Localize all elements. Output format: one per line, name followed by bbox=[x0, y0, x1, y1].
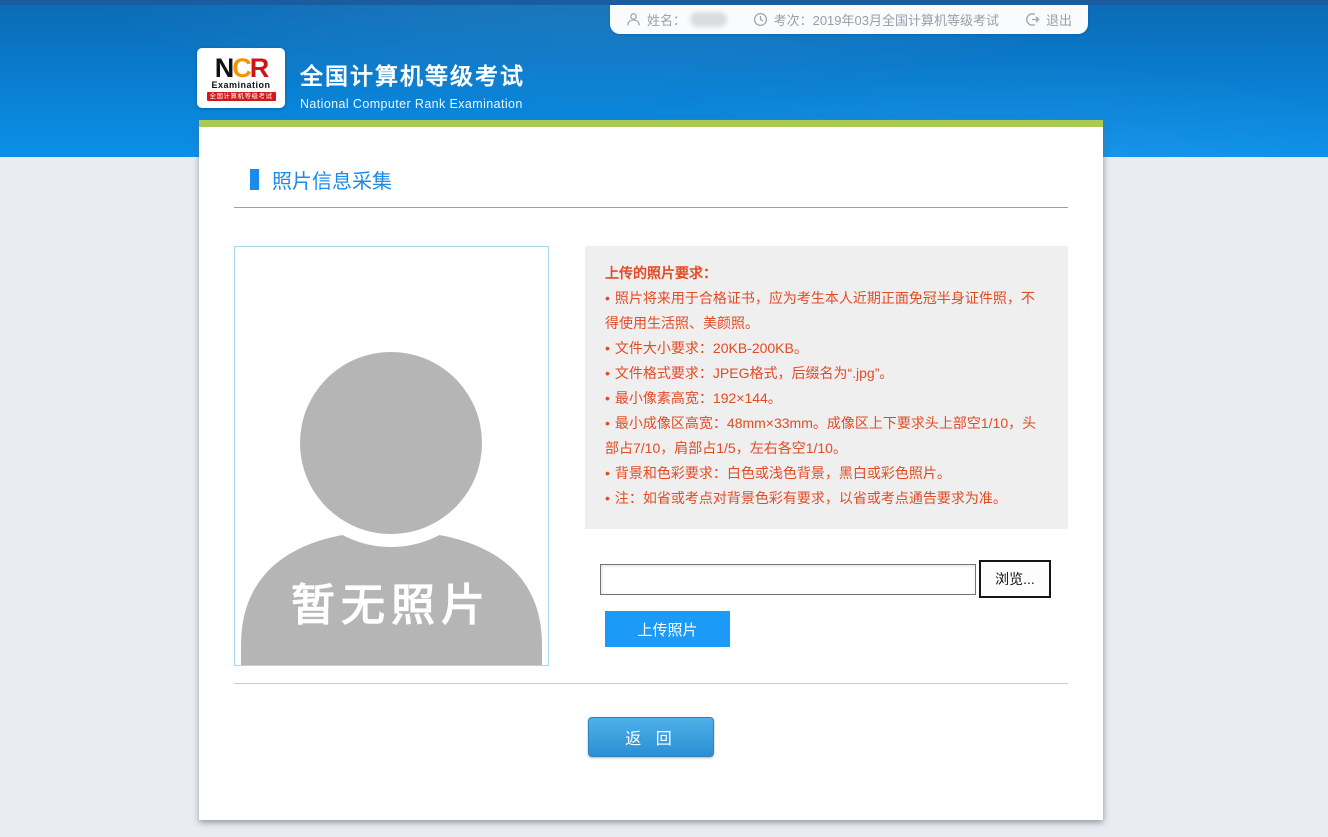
section-header: 照片信息采集 bbox=[234, 165, 1068, 194]
ncr-logo: NCR Examination 全国计算机等级考试 bbox=[197, 48, 285, 108]
return-button[interactable]: 返 回 bbox=[588, 717, 714, 757]
user-session-bar: 姓名： 考次： 2019年03月全国计算机等级考试 退出 bbox=[610, 5, 1088, 34]
ncr-logo-band: 全国计算机等级考试 bbox=[207, 92, 276, 101]
bottom-divider bbox=[234, 683, 1068, 684]
name-label: 姓名： bbox=[647, 10, 686, 29]
upload-photo-button[interactable]: 上传照片 bbox=[605, 611, 730, 647]
site-subtitle: National Computer Rank Examination bbox=[300, 97, 525, 111]
avatar-placeholder-icon: 暂无照片 bbox=[235, 247, 548, 665]
section-accent-bar bbox=[250, 169, 259, 190]
logout-button[interactable]: 退出 bbox=[1025, 10, 1072, 29]
site-title: 全国计算机等级考试 bbox=[300, 57, 525, 91]
requirement-item: •文件大小要求：20KB-200KB。 bbox=[605, 336, 1048, 361]
requirement-item: •背景和色彩要求：白色或浅色背景，黑白或彩色照片。 bbox=[605, 461, 1048, 486]
page-title: 照片信息采集 bbox=[272, 165, 392, 194]
requirement-item: •照片将来用于合格证书，应为考生本人近期正面免冠半身证件照，不得使用生活照、美颜… bbox=[605, 286, 1048, 336]
session-label: 考次： bbox=[774, 10, 813, 29]
clock-icon bbox=[753, 12, 768, 27]
requirement-item: •最小成像区高宽：48mm×33mm。成像区上下要求头上部空1/10，头部占7/… bbox=[605, 411, 1048, 461]
photo-preview: 暂无照片 bbox=[234, 246, 549, 666]
photo-file-input[interactable] bbox=[600, 564, 976, 595]
requirement-item: •最小像素高宽：192×144。 bbox=[605, 386, 1048, 411]
file-picker: 浏览... bbox=[600, 560, 1051, 598]
requirement-item: •文件格式要求：JPEG格式，后缀名为“.jpg”。 bbox=[605, 361, 1048, 386]
site-brand: 全国计算机等级考试 National Computer Rank Examina… bbox=[300, 57, 525, 111]
ncr-logo-letters: NCR bbox=[215, 56, 268, 80]
content-panel: 照片信息采集 暂无照片 上传的照片要求： •照片将来用于合格证书，应为考生本人近… bbox=[199, 120, 1103, 820]
requirements-title: 上传的照片要求： bbox=[605, 261, 1048, 286]
no-photo-text: 暂无照片 bbox=[291, 581, 491, 630]
user-icon bbox=[626, 12, 641, 27]
browse-button[interactable]: 浏览... bbox=[979, 560, 1051, 598]
title-divider bbox=[234, 207, 1068, 208]
logout-label: 退出 bbox=[1046, 10, 1072, 29]
logout-arrow-icon bbox=[1025, 12, 1040, 27]
requirement-item: •注：如省或考点对背景色彩有要求，以省或考点通告要求为准。 bbox=[605, 486, 1048, 511]
ncr-logo-examination: Examination bbox=[211, 80, 270, 90]
name-value-redacted bbox=[690, 12, 727, 27]
session-value: 2019年03月全国计算机等级考试 bbox=[813, 10, 999, 29]
upload-requirements: 上传的照片要求： •照片将来用于合格证书，应为考生本人近期正面免冠半身证件照，不… bbox=[585, 246, 1068, 529]
